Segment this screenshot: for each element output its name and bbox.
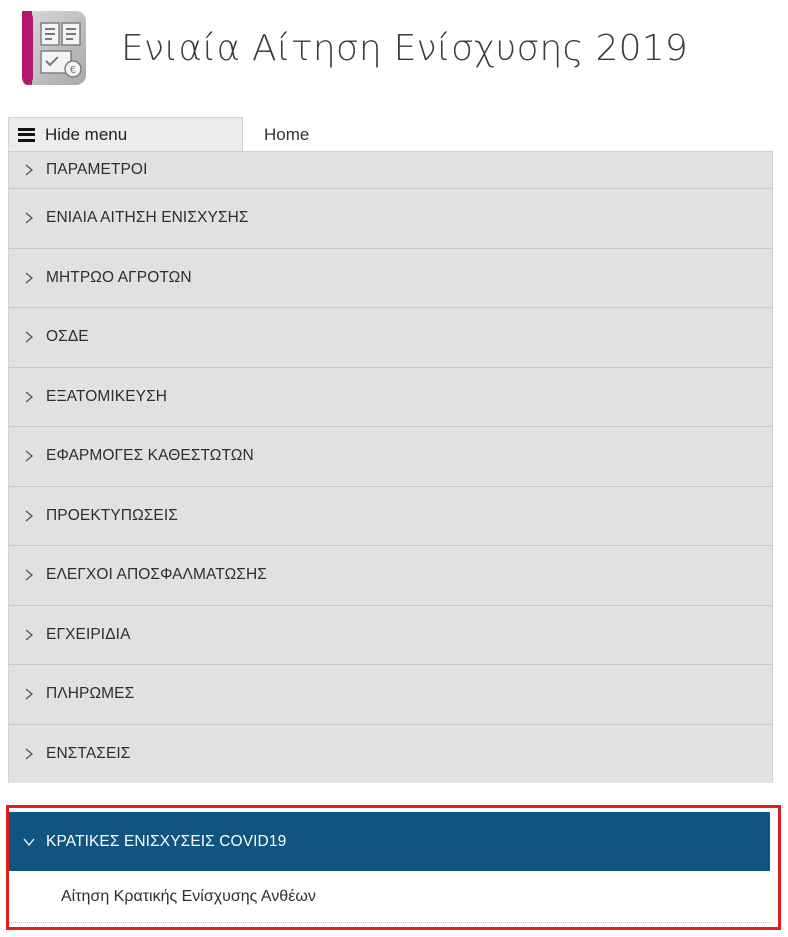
menu-item-label: ΠΛΗΡΩΜΕΣ (46, 685, 135, 703)
tab-home[interactable]: Home (243, 117, 773, 151)
menu-item-label: ΕΝΣΤΑΣΕΙΣ (46, 744, 131, 762)
menu-item-label: ΟΣΔΕ (46, 328, 89, 346)
documents-euro-icon: € (20, 8, 105, 88)
menu-item-parametroi[interactable]: ΠΑΡΑΜΕΤΡΟΙ (9, 151, 772, 188)
menu-item-label: ΠΑΡΑΜΕΤΡΟΙ (46, 161, 148, 178)
menu-item-pliromes[interactable]: ΠΛΗΡΩΜΕΣ (9, 664, 772, 724)
chevron-right-icon (25, 510, 34, 522)
hide-menu-label: Hide menu (45, 124, 128, 144)
menu-item-label: ΕΞΑΤΟΜΙΚΕΥΣΗ (46, 387, 168, 405)
menu-item-elegxoi[interactable]: ΕΛΕΓΧΟΙ ΑΠΟΣΦΑΛΜΑΤΩΣΗΣ (9, 545, 772, 605)
chevron-right-icon (25, 450, 34, 462)
chevron-right-icon (25, 748, 34, 760)
navigation-panel: Hide menu Home ΠΑΡΑΜΕΤΡΟΙ ΕΝΙΑΙΑ ΑΙΤΗΣΗ … (8, 117, 773, 783)
menu-item-exatomikefsi[interactable]: ΕΞΑΤΟΜΙΚΕΥΣΗ (9, 366, 772, 426)
menu-item-osde[interactable]: ΟΣΔΕ (9, 307, 772, 367)
sidebar-menu: ΠΑΡΑΜΕΤΡΟΙ ΕΝΙΑΙΑ ΑΙΤΗΣΗ ΕΝΙΣΧΥΣΗΣ ΜΗΤΡΩ… (8, 151, 773, 783)
chevron-right-icon (25, 272, 34, 284)
menu-item-label: ΕΝΙΑΙΑ ΑΙΤΗΣΗ ΕΝΙΣΧΥΣΗΣ (46, 209, 249, 227)
chevron-right-icon (25, 688, 34, 700)
menu-item-enstaseis[interactable]: ΕΝΣΤΑΣΕΙΣ (9, 723, 772, 783)
chevron-right-icon (25, 164, 34, 176)
top-tabs: Hide menu Home (8, 117, 773, 151)
chevron-right-icon (25, 331, 34, 343)
svg-text:€: € (70, 65, 76, 76)
chevron-right-icon (25, 391, 34, 403)
home-tab-label: Home (264, 124, 310, 144)
hamburger-icon (18, 127, 35, 142)
chevron-right-icon (25, 212, 34, 224)
chevron-right-icon (25, 629, 34, 641)
menu-item-egxeiridia[interactable]: ΕΓΧΕΙΡΙΔΙΑ (9, 604, 772, 664)
menu-item-label: ΕΛΕΓΧΟΙ ΑΠΟΣΦΑΛΜΑΤΩΣΗΣ (46, 566, 267, 584)
menu-item-label: ΜΗΤΡΩΟ ΑΓΡΟΤΩΝ (46, 268, 192, 286)
menu-item-efarmoges[interactable]: ΕΦΑΡΜΟΓΕΣ ΚΑΘΕΣΤΩΤΩΝ (9, 426, 772, 486)
menu-item-label: ΕΦΑΡΜΟΓΕΣ ΚΑΘΕΣΤΩΤΩΝ (46, 447, 254, 465)
highlight-annotation-box (6, 805, 781, 930)
menu-item-eniaia-aitisi[interactable]: ΕΝΙΑΙΑ ΑΙΤΗΣΗ ΕΝΙΣΧΥΣΗΣ (9, 188, 772, 248)
menu-item-mitroo-agroton[interactable]: ΜΗΤΡΩΟ ΑΓΡΟΤΩΝ (9, 247, 772, 307)
menu-item-label: ΕΓΧΕΙΡΙΔΙΑ (46, 625, 131, 643)
app-title: Ενιαία Αίτηση Ενίσχυσης 2019 (121, 27, 688, 69)
app-header: € Ενιαία Αίτηση Ενίσχυσης 2019 (20, 8, 780, 88)
hide-menu-button[interactable]: Hide menu (8, 117, 243, 151)
menu-item-label: ΠΡΟΕΚΤΥΠΩΣΕΙΣ (46, 506, 178, 524)
menu-item-proektyposeis[interactable]: ΠΡΟΕΚΤΥΠΩΣΕΙΣ (9, 485, 772, 545)
chevron-right-icon (25, 569, 34, 581)
